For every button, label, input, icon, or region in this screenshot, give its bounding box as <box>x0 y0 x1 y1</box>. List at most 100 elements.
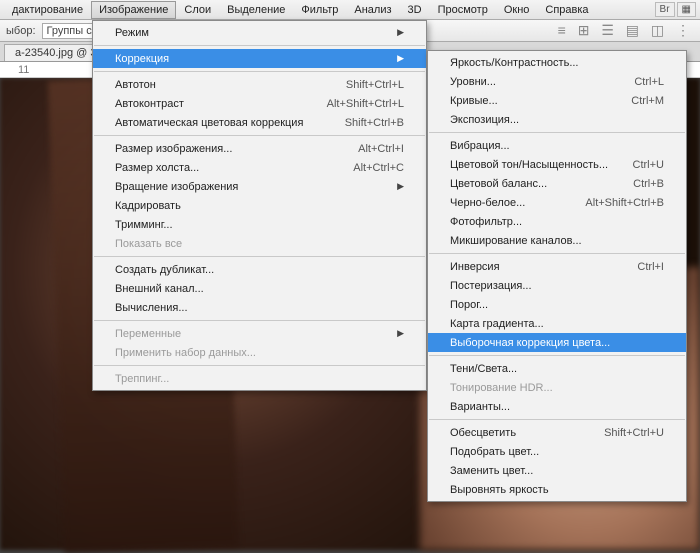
menu-item[interactable]: Внешний канал... <box>93 279 426 298</box>
menu-item-label: Переменные <box>115 328 385 340</box>
menu-item[interactable]: Вибрация... <box>428 136 686 155</box>
menubar-item-анализ[interactable]: Анализ <box>346 1 399 19</box>
menu-item-label: Тримминг... <box>115 219 404 231</box>
menu-item-label: Размер изображения... <box>115 143 334 155</box>
menu-item[interactable]: Выборочная коррекция цвета... <box>428 333 686 352</box>
menu-separator <box>429 253 685 254</box>
menu-item[interactable]: Карта градиента... <box>428 314 686 333</box>
menu-separator <box>94 135 425 136</box>
menu-item-label: Яркость/Контрастность... <box>450 57 664 69</box>
image-menu-dropdown: Режим▶Коррекция▶АвтотонShift+Ctrl+LАвток… <box>92 20 427 391</box>
submenu-arrow-icon: ▶ <box>397 27 404 38</box>
menu-item-label: Цветовой тон/Насыщенность... <box>450 159 609 171</box>
menu-item-label: Применить набор данных... <box>115 347 404 359</box>
menu-item[interactable]: Размер изображения... Alt+Ctrl+I <box>93 139 426 158</box>
menu-separator <box>94 320 425 321</box>
menu-item[interactable]: Вращение изображения▶ <box>93 177 426 196</box>
menubar-item-выделение[interactable]: Выделение <box>219 1 293 19</box>
menu-item-shortcut: Ctrl+M <box>631 95 664 107</box>
menu-item-label: Варианты... <box>450 401 664 413</box>
menu-item[interactable]: АвтоконтрастAlt+Shift+Ctrl+L <box>93 94 426 113</box>
menu-item[interactable]: Подобрать цвет... <box>428 442 686 461</box>
menu-item[interactable]: Вычисления... <box>93 298 426 317</box>
menu-item[interactable]: Уровни...Ctrl+L <box>428 72 686 91</box>
menubar-item-справка[interactable]: Справка <box>537 1 596 19</box>
menu-item-shortcut: Ctrl+B <box>633 178 664 190</box>
menubar-item-фильтр[interactable]: Фильтр <box>293 1 346 19</box>
menu-item[interactable]: Тени/Света... <box>428 359 686 378</box>
menu-item-label: Уровни... <box>450 76 610 88</box>
menu-item[interactable]: Цветовой баланс... Ctrl+B <box>428 174 686 193</box>
menu-item[interactable]: Коррекция▶ <box>93 49 426 68</box>
menu-item-label: Цветовой баланс... <box>450 178 609 190</box>
menu-item-label: Кривые... <box>450 95 607 107</box>
menubar-item-слои[interactable]: Слои <box>176 1 219 19</box>
menu-item[interactable]: Порог... <box>428 295 686 314</box>
menu-item[interactable]: Тримминг... <box>93 215 426 234</box>
menu-item[interactable]: ИнверсияCtrl+I <box>428 257 686 276</box>
menu-item-label: Размер холста... <box>115 162 329 174</box>
menu-item[interactable]: Яркость/Контрастность... <box>428 53 686 72</box>
toolbar-button[interactable]: Br <box>655 2 675 17</box>
menu-item: Треппинг... <box>93 369 426 388</box>
menu-item-label: Карта градиента... <box>450 318 664 330</box>
menu-item-shortcut: Shift+Ctrl+B <box>345 117 404 129</box>
menu-item[interactable]: Кривые... Ctrl+M <box>428 91 686 110</box>
menu-separator <box>429 355 685 356</box>
menu-item[interactable]: Фотофильтр... <box>428 212 686 231</box>
menu-item[interactable]: Варианты... <box>428 397 686 416</box>
menu-item[interactable]: Заменить цвет... <box>428 461 686 480</box>
submenu-arrow-icon: ▶ <box>397 328 404 339</box>
menu-item-label: Автотон <box>115 79 322 91</box>
menubar-item-просмотр[interactable]: Просмотр <box>430 1 496 19</box>
menu-item-label: Кадрировать <box>115 200 404 212</box>
menubar-item-изображение[interactable]: Изображение <box>91 1 176 19</box>
menu-item: Тонирование HDR... <box>428 378 686 397</box>
menu-item-shortcut: Alt+Ctrl+I <box>358 143 404 155</box>
menu-item-label: Черно-белое... <box>450 197 561 209</box>
menu-item[interactable]: Микширование каналов... <box>428 231 686 250</box>
menu-item-label: Автоматическая цветовая коррекция <box>115 117 321 129</box>
menu-item[interactable]: Кадрировать <box>93 196 426 215</box>
menubar-item-дактирование[interactable]: дактирование <box>4 1 91 19</box>
menu-item[interactable]: Режим▶ <box>93 23 426 42</box>
menu-item-label: Вычисления... <box>115 302 404 314</box>
menu-item-label: Выровнять яркость <box>450 484 664 496</box>
menu-item: Переменные ▶ <box>93 324 426 343</box>
menu-item[interactable]: Автоматическая цветовая коррекция Shift+C… <box>93 113 426 132</box>
menu-separator <box>429 419 685 420</box>
options-label: ыбор: <box>6 25 36 37</box>
menu-item[interactable]: Черно-белое...Alt+Shift+Ctrl+B <box>428 193 686 212</box>
menu-separator <box>429 132 685 133</box>
menu-item-label: Внешний канал... <box>115 283 404 295</box>
menu-item-label: Порог... <box>450 299 664 311</box>
menu-item-label: Вращение изображения <box>115 181 385 193</box>
menu-separator <box>94 45 425 46</box>
menu-item[interactable]: Постеризация... <box>428 276 686 295</box>
menu-item[interactable]: Размер холста... Alt+Ctrl+C <box>93 158 426 177</box>
menubar-item-окно[interactable]: Окно <box>496 1 538 19</box>
menu-item[interactable]: Цветовой тон/Насыщенность...Ctrl+U <box>428 155 686 174</box>
menu-item-label: Коррекция <box>115 53 385 65</box>
align-icons: ≡ ⊞ ☰ ▤ ◫ ⋮ <box>558 22 694 39</box>
menu-item-label: Подобрать цвет... <box>450 446 664 458</box>
menu-item[interactable]: Создать дубликат... <box>93 260 426 279</box>
menu-item-label: Экспозиция... <box>450 114 664 126</box>
menu-item-label: Инверсия <box>450 261 613 273</box>
menu-item-shortcut: Alt+Shift+Ctrl+L <box>327 98 404 110</box>
menu-item-label: Фотофильтр... <box>450 216 664 228</box>
menu-separator <box>94 365 425 366</box>
menu-item[interactable]: ОбесцветитьShift+Ctrl+U <box>428 423 686 442</box>
menu-item-shortcut: Shift+Ctrl+L <box>346 79 404 91</box>
menu-item-shortcut: Alt+Ctrl+C <box>353 162 404 174</box>
menu-item[interactable]: Автотон Shift+Ctrl+L <box>93 75 426 94</box>
menu-item-label: Выборочная коррекция цвета... <box>450 337 664 349</box>
toolbar-button[interactable]: ▦ <box>677 2 696 17</box>
menubar-item-3d[interactable]: 3D <box>400 1 430 19</box>
menu-item[interactable]: Выровнять яркость <box>428 480 686 499</box>
menu-item-label: Создать дубликат... <box>115 264 404 276</box>
adjustments-submenu: Яркость/Контрастность...Уровни...Ctrl+LК… <box>427 50 687 502</box>
menu-item-label: Постеризация... <box>450 280 664 292</box>
menu-item-label: Микширование каналов... <box>450 235 664 247</box>
menu-item[interactable]: Экспозиция... <box>428 110 686 129</box>
